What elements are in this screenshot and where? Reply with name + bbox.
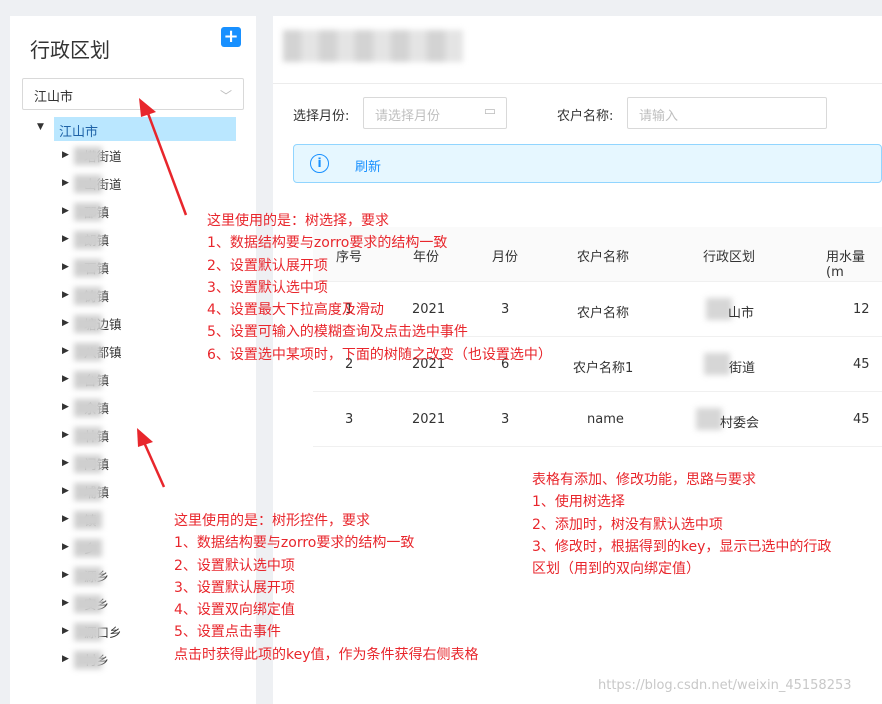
arrow-to-tree-icon <box>137 428 166 488</box>
annotation-line: 4、设置双向绑定值 <box>174 602 295 619</box>
arrow-to-tree-select-icon <box>139 98 188 216</box>
annotation-tree-select: 这里使用的是：树选择，要求 1、数据结构要与zorro要求的结构一致 2、设置默认展… <box>207 210 552 366</box>
annotation-line: 1、数据结构要与zorro要求的结构一致 <box>207 235 448 252</box>
annotation-line: 表格有添加、修改功能，思路与要求 <box>532 472 756 488</box>
annotation-line: 4、设置最大下拉高度及滑动 <box>207 302 384 319</box>
annotation-line: 区划（用到的双向绑定值） <box>532 561 700 578</box>
watermark: https://blog.csdn.net/weixin_45158253 <box>598 678 852 693</box>
annotation-line: 2、设置默认展开项 <box>207 257 328 274</box>
annotation-line: 这里使用的是：树选择，要求 <box>207 213 389 229</box>
annotation-line: 2、设置默认选中项 <box>174 557 295 574</box>
annotation-line: 点击时获得此项的key值，作为条件获得右侧表格 <box>174 646 479 663</box>
annotation-line: 5、设置点击事件 <box>174 624 281 641</box>
annotation-line: 3、修改时，根据得到的key，显示已选中的行政 <box>532 538 832 555</box>
annotation-line: 2、添加时，树没有默认选中项 <box>532 516 723 533</box>
annotation-line: 3、设置默认展开项 <box>174 579 295 596</box>
annotation-line: 3、设置默认选中项 <box>207 279 328 296</box>
annotation-line: 1、数据结构要与zorro要求的结构一致 <box>174 535 415 552</box>
annotation-table: 表格有添加、修改功能，思路与要求 1、使用树选择 2、添加时，树没有默认选中项 3、修… <box>532 469 831 580</box>
annotation-line: 5、设置可输入的模糊查询及点击选中事件 <box>207 324 468 341</box>
annotation-line: 1、使用树选择 <box>532 494 625 511</box>
annotation-line: 6、设置选中某项时，下面的树随之改变（也设置选中） <box>207 346 552 363</box>
annotation-line: 这里使用的是：树形控件，要求 <box>174 513 370 529</box>
annotation-tree: 这里使用的是：树形控件，要求 1、数据结构要与zorro要求的结构一致 2、设置默认… <box>174 510 479 666</box>
